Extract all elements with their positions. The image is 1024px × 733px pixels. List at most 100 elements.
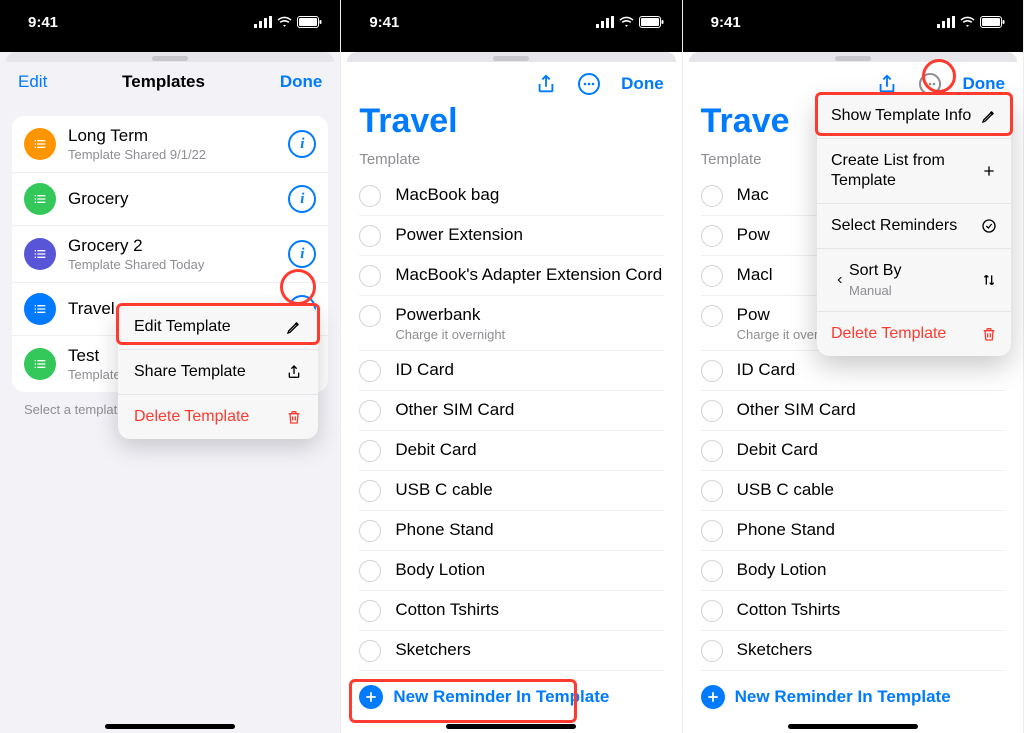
checkbox[interactable] — [701, 640, 723, 662]
reminder-row[interactable]: Other SIM Card — [701, 391, 1005, 431]
reminder-title: USB C cable — [395, 480, 663, 500]
info-button[interactable]: i — [288, 240, 316, 268]
reminder-texts: Debit Card — [737, 439, 1005, 460]
trash-icon — [286, 409, 302, 425]
status-time: 9:41 — [28, 14, 58, 31]
info-button[interactable]: i — [288, 130, 316, 158]
template-title: Travel — [341, 102, 681, 145]
reminder-row[interactable]: ID Card — [701, 351, 1005, 391]
edit-button[interactable]: Edit — [18, 72, 47, 92]
reminder-row[interactable]: Phone Stand — [701, 511, 1005, 551]
checkbox[interactable] — [701, 480, 723, 502]
menu-delete-template[interactable]: Delete Template — [817, 312, 1011, 356]
done-button[interactable]: Done — [962, 74, 1005, 94]
reminder-row[interactable]: Power Extension — [359, 216, 663, 256]
reminder-row[interactable]: PowerbankCharge it overnight — [359, 296, 663, 351]
new-reminder-button[interactable]: New Reminder In Template — [683, 675, 1023, 719]
share-button[interactable] — [876, 73, 898, 95]
reminder-title: Cotton Tshirts — [737, 600, 1005, 620]
reminder-row[interactable]: USB C cable — [701, 471, 1005, 511]
reminder-row[interactable]: Cotton Tshirts — [359, 591, 663, 631]
more-button[interactable] — [918, 72, 942, 96]
done-button[interactable]: Done — [621, 74, 664, 94]
checkbox[interactable] — [359, 640, 381, 662]
reminder-row[interactable]: Sketchers — [701, 631, 1005, 671]
new-reminder-button[interactable]: New Reminder In Template — [341, 675, 681, 719]
reminder-row[interactable]: USB C cable — [359, 471, 663, 511]
menu-select-reminders[interactable]: Select Reminders — [817, 204, 1011, 249]
reminder-row[interactable]: MacBook's Adapter Extension Cord — [359, 256, 663, 296]
checkbox[interactable] — [359, 400, 381, 422]
reminder-texts: Other SIM Card — [395, 399, 663, 420]
reminder-title: Other SIM Card — [395, 400, 663, 420]
checkbox[interactable] — [359, 560, 381, 582]
reminder-row[interactable]: Body Lotion — [701, 551, 1005, 591]
template-row[interactable]: Long TermTemplate Shared 9/1/22i — [12, 116, 328, 173]
reminder-title: Sketchers — [395, 640, 663, 660]
ctx-delete-template[interactable]: Delete Template — [118, 395, 318, 439]
menu-show-template-info[interactable]: Show Template Info — [817, 94, 1011, 139]
menu-sort-by[interactable]: Sort By Manual — [817, 249, 1011, 312]
checkbox[interactable] — [359, 520, 381, 542]
reminder-row[interactable]: Debit Card — [701, 431, 1005, 471]
checkbox[interactable] — [359, 305, 381, 327]
checkbox[interactable] — [359, 600, 381, 622]
share-button[interactable] — [535, 73, 557, 95]
home-indicator — [446, 724, 576, 729]
reminder-texts: MacBook bag — [395, 184, 663, 205]
checkbox[interactable] — [701, 440, 723, 462]
status-icons — [596, 16, 664, 28]
status-time: 9:41 — [711, 14, 741, 31]
checkbox[interactable] — [359, 440, 381, 462]
reminder-row[interactable]: Debit Card — [359, 431, 663, 471]
reminder-row[interactable]: Cotton Tshirts — [701, 591, 1005, 631]
reminder-texts: ID Card — [737, 359, 1005, 380]
checkbox[interactable] — [701, 185, 723, 207]
reminder-title: Phone Stand — [737, 520, 1005, 540]
menu-create-list-label: Create List from Template — [831, 151, 981, 191]
checkbox[interactable] — [359, 480, 381, 502]
screen-template-detail: 9:41 Done Travel Template MacBook bagPow… — [341, 0, 682, 733]
reminder-row[interactable]: MacBook bag — [359, 176, 663, 216]
chevron-left-icon — [831, 273, 849, 287]
sort-arrows-icon — [981, 272, 997, 288]
screen-templates-list: 9:41 Edit Templates Done Long TermTempla… — [0, 0, 341, 733]
share-icon — [535, 73, 557, 95]
menu-sort-value: Manual — [849, 283, 981, 299]
checkbox[interactable] — [701, 360, 723, 382]
pencil-icon — [286, 319, 302, 335]
more-menu: Show Template Info Create List from Temp… — [817, 94, 1011, 356]
checkbox[interactable] — [701, 600, 723, 622]
ctx-edit-template[interactable]: Edit Template — [118, 305, 318, 350]
pencil-icon — [981, 108, 997, 124]
reminder-texts: MacBook's Adapter Extension Cord — [395, 264, 663, 285]
more-button[interactable] — [577, 72, 601, 96]
ctx-share-template[interactable]: Share Template — [118, 350, 318, 395]
checkbox[interactable] — [359, 225, 381, 247]
reminder-row[interactable]: Phone Stand — [359, 511, 663, 551]
reminder-row[interactable]: Sketchers — [359, 631, 663, 671]
reminder-row[interactable]: Body Lotion — [359, 551, 663, 591]
checkbox[interactable] — [359, 185, 381, 207]
menu-create-list[interactable]: Create List from Template — [817, 139, 1011, 204]
template-row[interactable]: Grocery 2Template Shared Todayi — [12, 226, 328, 283]
share-icon — [876, 73, 898, 95]
checkbox[interactable] — [701, 560, 723, 582]
reminder-title: ID Card — [395, 360, 663, 380]
reminder-row[interactable]: Other SIM Card — [359, 391, 663, 431]
row-title: Long Term — [68, 126, 288, 146]
checkbox[interactable] — [701, 400, 723, 422]
info-button[interactable]: i — [288, 185, 316, 213]
done-button[interactable]: Done — [280, 72, 323, 92]
reminder-title: Other SIM Card — [737, 400, 1005, 420]
checkbox[interactable] — [701, 305, 723, 327]
checkbox[interactable] — [359, 360, 381, 382]
row-texts: Long TermTemplate Shared 9/1/22 — [68, 126, 288, 162]
reminder-row[interactable]: ID Card — [359, 351, 663, 391]
checkbox[interactable] — [359, 265, 381, 287]
checkbox[interactable] — [701, 265, 723, 287]
checkbox[interactable] — [701, 225, 723, 247]
checkbox[interactable] — [701, 520, 723, 542]
template-row[interactable]: Groceryi — [12, 173, 328, 226]
section-label: Template — [341, 145, 681, 176]
